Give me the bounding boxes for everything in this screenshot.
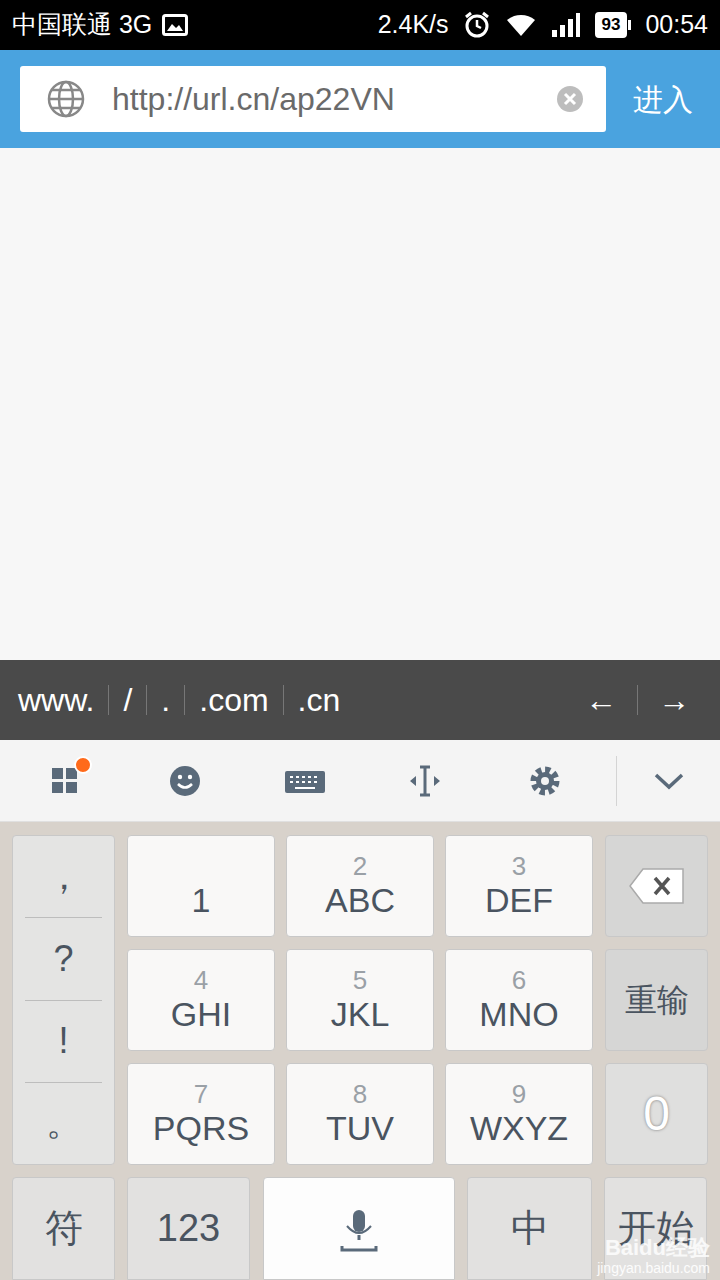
shortcut-button[interactable]: .: [146, 685, 184, 715]
delete-key[interactable]: [605, 835, 708, 937]
function-key[interactable]: 123: [127, 1177, 250, 1280]
key-hint: 9: [512, 1080, 526, 1108]
digit-key[interactable]: 3DEF: [445, 835, 593, 937]
key-hint: 6: [512, 966, 526, 994]
key-label: GHI: [171, 994, 231, 1034]
digit-key[interactable]: 2ABC: [286, 835, 434, 937]
url-field[interactable]: http://url.cn/ap22VN: [20, 66, 606, 132]
gear-icon: [528, 764, 562, 798]
key-hint: 5: [353, 966, 367, 994]
key-label: DEF: [485, 880, 553, 920]
key-label: 中: [511, 1200, 549, 1257]
digit-key[interactable]: 9WXYZ: [445, 1063, 593, 1165]
symbol-column: ，?!。: [12, 835, 115, 1165]
shortcut-button[interactable]: www.: [4, 685, 108, 715]
go-button[interactable]: 进入: [606, 77, 720, 122]
gear-button[interactable]: [485, 740, 605, 821]
battery-level: 93: [595, 12, 628, 38]
key-label: TUV: [326, 1108, 394, 1148]
globe-icon: [46, 79, 86, 119]
function-key[interactable]: 开始: [604, 1177, 707, 1280]
digit-key[interactable]: 8TUV: [286, 1063, 434, 1165]
key-label: 0: [643, 1078, 670, 1150]
key-hint: 3: [512, 852, 526, 880]
shortcut-bar: www./..com.cn ←→: [0, 660, 720, 740]
key-label: ABC: [325, 880, 395, 920]
alarm-icon: [463, 11, 491, 39]
watermark-url: jingyan.baidu.com: [597, 1260, 710, 1276]
hide-keyboard-button[interactable]: [617, 740, 720, 821]
signal-icon: [551, 12, 581, 38]
key-label: PQRS: [153, 1108, 249, 1148]
keyboard-button[interactable]: [245, 740, 365, 821]
digit-key[interactable]: 4GHI: [127, 949, 275, 1051]
symbol-key[interactable]: ，: [25, 836, 102, 917]
digit-key[interactable]: 7PQRS: [127, 1063, 275, 1165]
space-key[interactable]: [263, 1177, 455, 1280]
watermark-logo: Baidu经验: [605, 1236, 710, 1260]
image-icon: [162, 14, 188, 36]
key-hint: 4: [194, 966, 208, 994]
function-key[interactable]: 符: [12, 1177, 115, 1280]
url-text[interactable]: http://url.cn/ap22VN: [112, 75, 530, 123]
chevron-down-icon: [653, 771, 685, 791]
net-speed: 2.4K/s: [378, 6, 449, 44]
key-label: 重输: [625, 976, 689, 1024]
symbol-key[interactable]: 。: [25, 1082, 102, 1164]
key-label: 符: [45, 1200, 83, 1257]
digit-key[interactable]: 6MNO: [445, 949, 593, 1051]
key-hint: 2: [353, 852, 367, 880]
key-label: WXYZ: [470, 1108, 568, 1148]
battery: 93: [595, 12, 632, 38]
apps-button[interactable]: [5, 740, 125, 821]
url-bar: http://url.cn/ap22VN 进入: [0, 50, 720, 148]
notification-dot: [74, 756, 92, 774]
go-label[interactable]: 进入: [633, 77, 693, 122]
cursor-button[interactable]: →: [637, 685, 710, 715]
cursor-icon: [408, 764, 442, 798]
page-content: [0, 148, 720, 660]
shortcut-button[interactable]: .com: [184, 685, 282, 715]
keyboard-icon: [284, 764, 326, 798]
shortcut-button[interactable]: /: [108, 685, 146, 715]
mic-icon: [334, 1204, 384, 1254]
key-label: 开始: [618, 1200, 694, 1257]
function-key[interactable]: 重输: [605, 949, 708, 1051]
carrier: 中国联通 3G: [12, 6, 152, 44]
emoji-button[interactable]: [125, 740, 245, 821]
cursor-button[interactable]: ←: [565, 685, 637, 715]
status-bar: 中国联通 3G 2.4K/s 93 00:54: [0, 0, 720, 50]
symbol-key[interactable]: !: [25, 1000, 102, 1082]
key-label: MNO: [479, 994, 558, 1034]
symbol-key[interactable]: ?: [25, 917, 102, 999]
clear-icon: [556, 85, 584, 113]
backspace-icon: [629, 867, 685, 905]
key-hint: 8: [353, 1080, 367, 1108]
function-key[interactable]: 中: [467, 1177, 592, 1280]
key-label: 123: [157, 1200, 220, 1257]
keyboard-toolbar: [0, 740, 720, 822]
key-label: 1: [192, 880, 211, 920]
digit-key[interactable]: 5JKL: [286, 949, 434, 1051]
watermark: Baidu经验jingyan.baidu.com: [597, 1236, 710, 1276]
function-key[interactable]: 0: [605, 1063, 708, 1165]
emoji-icon: [168, 764, 202, 798]
key-label: JKL: [331, 994, 390, 1034]
clock: 00:54: [645, 6, 708, 44]
key-hint: 7: [194, 1080, 208, 1108]
shortcut-button[interactable]: .cn: [283, 685, 355, 715]
cursor-button[interactable]: [365, 740, 485, 821]
digit-key[interactable]: 1: [127, 835, 275, 937]
keyboard: ，?!。12ABC3DEF4GHI5JKL6MNO7PQRS8TUV9WXYZ重…: [0, 822, 720, 1280]
wifi-icon: [505, 12, 537, 38]
